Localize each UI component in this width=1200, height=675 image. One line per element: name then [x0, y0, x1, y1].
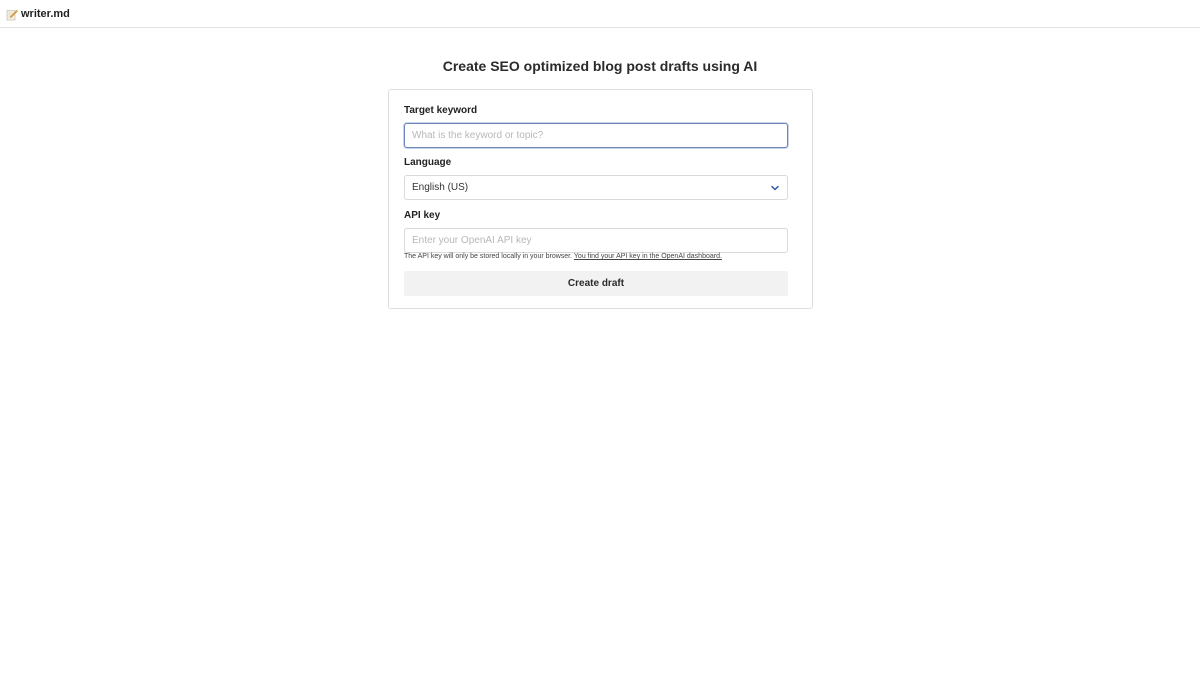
- keyword-label: Target keyword: [404, 105, 478, 116]
- brand-link[interactable]: writer.md: [6, 8, 70, 20]
- language-label: Language: [404, 157, 452, 168]
- top-bar: writer.md: [0, 0, 1200, 28]
- language-select[interactable]: English (US): [404, 175, 788, 200]
- page-title: Create SEO optimized blog post drafts us…: [442, 58, 758, 74]
- draft-form: Target keyword Language English (US) API…: [388, 89, 813, 309]
- api-key-hint-text: The API key will only be stored locally …: [404, 253, 574, 260]
- chevron-down-icon: [770, 183, 780, 193]
- api-key-hint: The API key will only be stored locally …: [404, 253, 722, 260]
- api-key-input[interactable]: [404, 228, 788, 253]
- create-draft-button[interactable]: Create draft: [404, 271, 788, 296]
- pencil-memo-icon: [6, 8, 18, 20]
- keyword-input[interactable]: [404, 123, 788, 148]
- openai-dashboard-link[interactable]: You find your API key in the OpenAI dash…: [574, 253, 722, 260]
- brand-name: writer.md: [21, 7, 70, 20]
- language-selected-value: English (US): [412, 182, 469, 193]
- api-key-label: API key: [404, 210, 441, 221]
